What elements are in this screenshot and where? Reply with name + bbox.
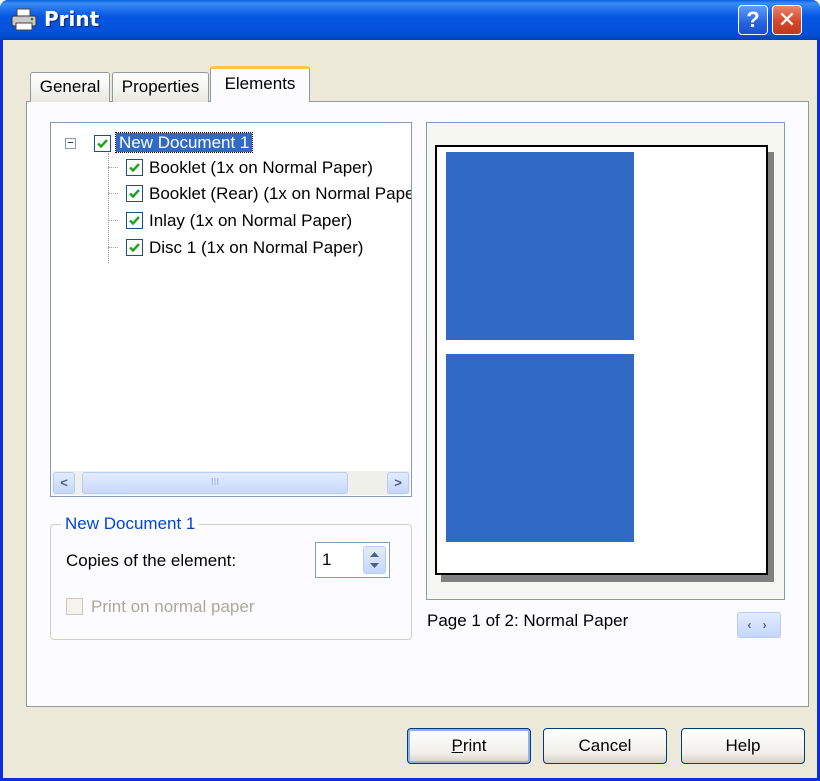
copies-value[interactable]: 1 — [322, 549, 331, 571]
child-checkbox[interactable] — [126, 239, 143, 256]
tree-line — [108, 193, 118, 194]
tree-item-disc[interactable]: Disc 1 (1x on Normal Paper) — [149, 237, 363, 259]
tree-line — [108, 220, 118, 221]
print-normal-checkbox[interactable] — [66, 598, 83, 615]
print-label: rint — [462, 736, 487, 755]
cancel-button[interactable]: Cancel — [543, 728, 667, 764]
tab-elements[interactable]: Elements — [210, 66, 310, 102]
tree-line — [108, 167, 118, 168]
tree-item-inlay[interactable]: Inlay (1x on Normal Paper) — [149, 210, 352, 232]
spin-updown-icon[interactable] — [363, 546, 386, 574]
scroll-left-icon[interactable]: < — [53, 472, 75, 494]
close-button[interactable]: ✕ — [772, 5, 802, 35]
scroll-thumb[interactable]: III — [82, 472, 348, 494]
page-nav-arrows-icon[interactable]: ‹ › — [737, 612, 781, 638]
print-preview — [426, 122, 785, 600]
window-title: Print — [44, 7, 100, 31]
preview-element-block — [446, 354, 634, 542]
tree-root-label: New Document 1 — [114, 132, 254, 153]
copies-label: Copies of the element: — [66, 551, 237, 570]
printer-icon — [10, 8, 38, 32]
element-tree[interactable]: − New Document 1 Booklet (1x on Normal P… — [50, 122, 412, 497]
tab-properties[interactable]: Properties — [112, 72, 209, 102]
copies-spinner[interactable]: 1 — [315, 542, 390, 578]
root-checkbox[interactable] — [94, 135, 111, 152]
print-dialog: Print ? ✕ General Properties Elements − … — [0, 0, 820, 781]
help-title-button[interactable]: ? — [738, 5, 768, 35]
print-mnemonic: P — [451, 736, 463, 755]
tree-item-booklet-rear[interactable]: Booklet (Rear) (1x on Normal Paper) — [149, 183, 411, 205]
preview-page — [435, 145, 768, 575]
child-checkbox[interactable] — [126, 159, 143, 176]
horizontal-scrollbar[interactable]: < III > — [52, 471, 410, 495]
tab-general[interactable]: General — [30, 72, 110, 102]
child-checkbox[interactable] — [126, 212, 143, 229]
group-title: New Document 1 — [61, 513, 200, 535]
title-bar[interactable]: Print ? ✕ — [0, 0, 820, 40]
scroll-right-icon[interactable]: > — [387, 472, 409, 494]
tree-item-booklet[interactable]: Booklet (1x on Normal Paper) — [149, 157, 373, 179]
tree-line — [108, 247, 118, 248]
print-button[interactable]: Print — [407, 728, 531, 764]
child-checkbox[interactable] — [126, 185, 143, 202]
tree-root[interactable]: New Document 1 — [114, 132, 254, 154]
help-button[interactable]: Help — [681, 728, 805, 764]
print-normal-label: Print on normal paper — [91, 597, 255, 616]
collapse-icon[interactable]: − — [65, 138, 76, 149]
preview-element-block — [446, 152, 634, 340]
page-status: Page 1 of 2: Normal Paper — [427, 611, 629, 630]
element-settings-group: New Document 1 Copies of the element: 1 … — [50, 513, 412, 640]
